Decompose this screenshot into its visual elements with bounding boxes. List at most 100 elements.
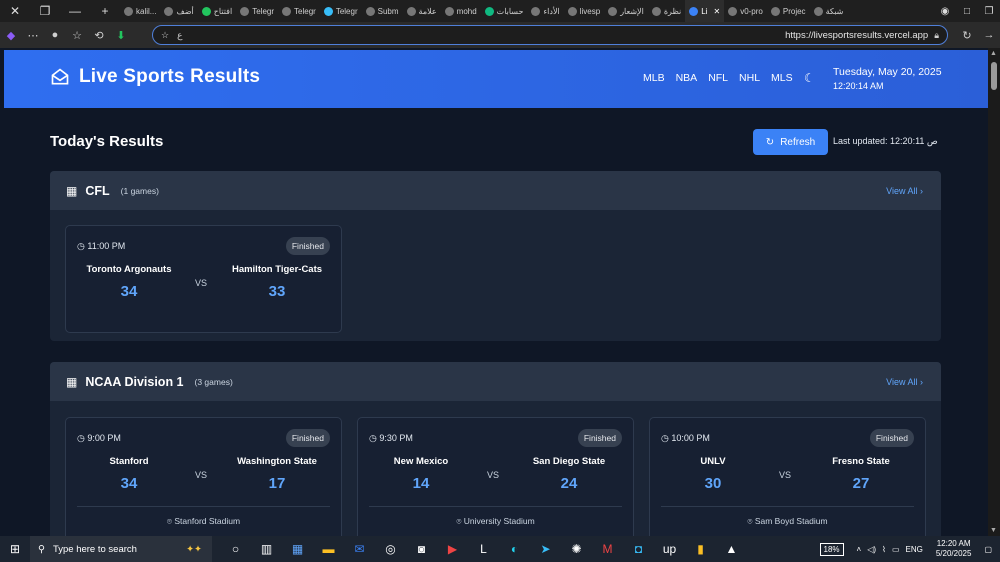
- browser-tab[interactable]: الأداء: [527, 0, 563, 22]
- search-icon: ⚲: [38, 543, 45, 555]
- more-icon[interactable]: ⋯: [22, 24, 44, 46]
- extensions-icon[interactable]: ⟲: [88, 24, 110, 46]
- upwork-icon[interactable]: up: [654, 536, 685, 562]
- browser-tab[interactable]: mohd: [441, 0, 481, 22]
- cortana-icon[interactable]: ○: [220, 536, 251, 562]
- game-time: ◷ 10:00 PM: [661, 433, 710, 443]
- battery-icon[interactable]: ▭: [892, 545, 900, 554]
- battery-indicator[interactable]: 18%: [819, 542, 844, 556]
- browser-tab[interactable]: افتتاح: [198, 0, 236, 22]
- refresh-label: Refresh: [780, 136, 816, 148]
- gmail-icon[interactable]: M: [592, 536, 623, 562]
- task-view-icon[interactable]: ▥: [251, 536, 282, 562]
- vs-label: VS: [195, 278, 208, 288]
- browser-tab[interactable]: علامة: [403, 0, 441, 22]
- nav-mls[interactable]: MLS: [771, 72, 793, 84]
- browser-tab[interactable]: Subm: [362, 0, 403, 22]
- minimize-icon[interactable]: —: [60, 0, 90, 22]
- nav-nfl[interactable]: NFL: [708, 72, 728, 84]
- scroll-up-icon[interactable]: ▲: [990, 50, 997, 57]
- volume-icon[interactable]: ◁): [867, 545, 876, 554]
- page-scrollbar[interactable]: ▲ ▼: [988, 48, 1000, 536]
- view-all-link[interactable]: View All ›: [886, 186, 923, 196]
- scrollbar-thumb[interactable]: [991, 62, 997, 90]
- forward-icon[interactable]: →: [978, 24, 1000, 46]
- venue: ⌾ Sam Boyd Stadium: [747, 516, 828, 526]
- browser-tab[interactable]: أضف: [160, 0, 197, 22]
- favorites-icon[interactable]: ☆: [66, 24, 88, 46]
- league-nav: MLB NBA NFL NHL MLS: [643, 72, 793, 84]
- whatsapp-icon[interactable]: ◉: [934, 0, 956, 22]
- store-icon[interactable]: ▦: [282, 536, 313, 562]
- nav-mlb[interactable]: MLB: [643, 72, 665, 84]
- venue: ⌾ Stanford Stadium: [166, 516, 241, 526]
- browser-tab[interactable]: Telegr: [320, 0, 362, 22]
- camera-icon[interactable]: ◙: [406, 536, 437, 562]
- nav-nhl[interactable]: NHL: [739, 72, 760, 84]
- game-card[interactable]: ◷ 9:00 PM Finished Stanford Washington S…: [65, 417, 342, 536]
- browser-tab[interactable]: حسابات: [481, 0, 528, 22]
- restore-icon[interactable]: ❐: [978, 0, 1000, 22]
- scroll-down-icon[interactable]: ▼: [990, 527, 997, 534]
- close-window-icon[interactable]: ✕: [0, 0, 30, 22]
- browser-tab[interactable]: v0-pro: [724, 0, 767, 22]
- maximize-icon[interactable]: □: [956, 0, 978, 22]
- dark-mode-toggle-icon[interactable]: ☾: [804, 71, 815, 85]
- nav-nba[interactable]: NBA: [676, 72, 698, 84]
- refresh-button[interactable]: ↻ Refresh: [753, 129, 828, 155]
- game-card[interactable]: ◷ 11:00 PM Finished Toronto Argonauts Ha…: [65, 225, 342, 333]
- league-header: ▦ NCAA Division 1 (3 games) View All ›: [50, 362, 941, 401]
- lang-indicator[interactable]: ENG: [906, 545, 923, 554]
- chrome-icon[interactable]: ◎: [375, 536, 406, 562]
- close-tab-icon[interactable]: ✕: [713, 7, 720, 16]
- status-badge: Finished: [285, 237, 330, 255]
- away-score: 33: [268, 283, 286, 300]
- taskbar-search[interactable]: ⚲ Type here to search ✦✦: [30, 536, 212, 562]
- game-card[interactable]: ◷ 9:30 PM Finished New Mexico San Diego …: [357, 417, 634, 536]
- game-time: ◷ 9:00 PM: [77, 433, 121, 443]
- browser-tab[interactable]: Telegr: [278, 0, 320, 22]
- favorite-star-icon[interactable]: ☆: [161, 30, 169, 41]
- venue: ⌾ University Stadium: [456, 516, 535, 526]
- network-icon[interactable]: ⌇: [882, 545, 886, 554]
- away-score: 17: [268, 475, 286, 492]
- edge-icon[interactable]: ◐: [499, 536, 530, 562]
- power-bi-icon[interactable]: ▮: [685, 536, 716, 562]
- home-team: Toronto Argonauts: [86, 264, 172, 275]
- address-input[interactable]: ☆ ع https://livesportsresults.vercel.app…: [152, 25, 948, 45]
- l-app-icon[interactable]: L: [468, 536, 499, 562]
- copilot-icon[interactable]: ◆: [0, 24, 22, 46]
- clock[interactable]: 12:20 AM 5/20/2025: [936, 539, 972, 559]
- game-time: ◷ 9:30 PM: [369, 433, 413, 443]
- browser-tab[interactable]: شبكة: [810, 0, 848, 22]
- browser-tab[interactable]: نظرة: [648, 0, 685, 22]
- app-icon[interactable]: ◘: [623, 536, 654, 562]
- download-icon[interactable]: ⬇: [110, 24, 132, 46]
- brand[interactable]: Live Sports Results: [50, 66, 260, 88]
- reload-icon[interactable]: ↻: [956, 24, 978, 46]
- chevron-up-icon[interactable]: ˄: [857, 545, 862, 554]
- site-header: Live Sports Results MLB NBA NFL NHL MLS …: [4, 50, 988, 108]
- view-all-link[interactable]: View All ›: [886, 377, 923, 387]
- away-team: Hamilton Tiger-Cats: [231, 264, 323, 275]
- browser-tab[interactable]: الإشعار: [604, 0, 648, 22]
- game-card[interactable]: ◷ 10:00 PM Finished UNLV Fresno State 30…: [649, 417, 926, 536]
- tab-actions-icon[interactable]: ❐: [30, 0, 60, 22]
- youtube-icon[interactable]: ▶: [437, 536, 468, 562]
- profile-avatar-icon[interactable]: ●: [44, 24, 66, 46]
- windows-start-icon[interactable]: ⊞: [0, 536, 30, 562]
- telegram-icon[interactable]: ➤: [530, 536, 561, 562]
- new-tab-icon[interactable]: +: [90, 0, 120, 22]
- browser-tab[interactable]: kalil...: [120, 0, 160, 22]
- chatgpt-icon[interactable]: ✺: [561, 536, 592, 562]
- browser-tab[interactable]: livesp: [564, 0, 604, 22]
- home-score: 34: [120, 283, 138, 300]
- file-explorer-icon[interactable]: ▬: [313, 536, 344, 562]
- mountain-app-icon[interactable]: ▲: [716, 536, 747, 562]
- notifications-icon[interactable]: ▢: [984, 545, 992, 554]
- outlook-icon[interactable]: ✉: [344, 536, 375, 562]
- browser-tab-active[interactable]: Li ✕: [685, 0, 725, 22]
- browser-tab[interactable]: Telegr: [236, 0, 278, 22]
- browser-tab[interactable]: Projec: [767, 0, 810, 22]
- refresh-icon: ↻: [765, 136, 775, 148]
